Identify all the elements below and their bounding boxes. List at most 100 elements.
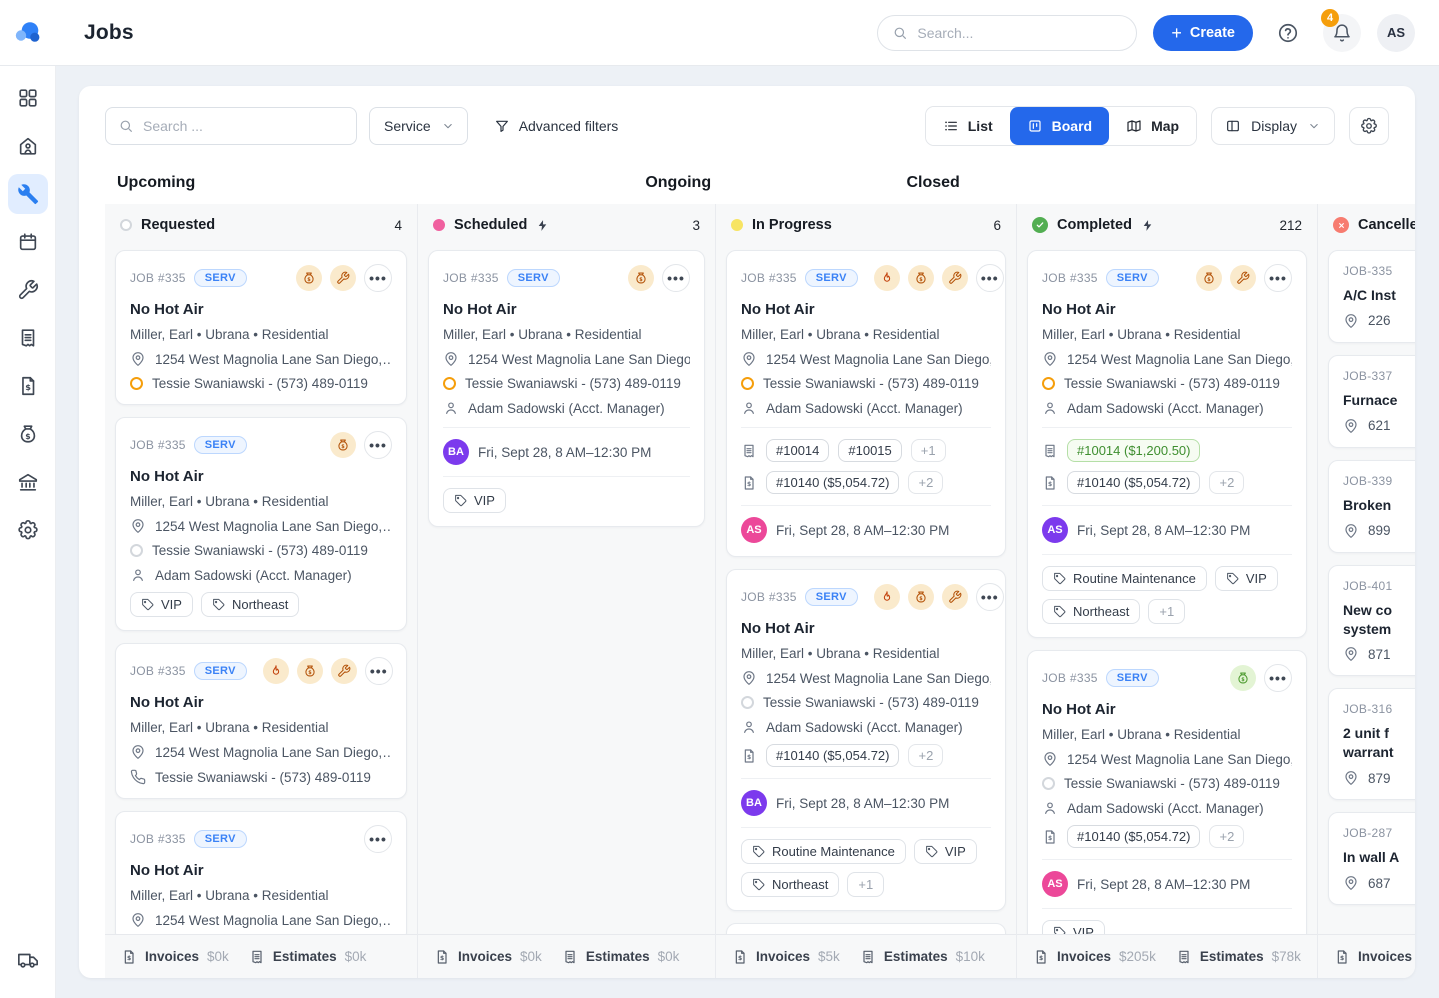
notifications-button[interactable]: 4 xyxy=(1323,14,1361,52)
sidebar-item-work-tools[interactable] xyxy=(8,270,48,310)
status-dot-scheduled xyxy=(433,219,445,231)
tag-chip[interactable]: VIP xyxy=(1215,566,1278,591)
contact-status-icon xyxy=(741,377,754,390)
column-requested: Requested 4 JOB #335 SERV ••• No Ho xyxy=(105,204,418,978)
job-number: JOB #335 xyxy=(130,438,186,452)
tag-chip[interactable]: Northeast xyxy=(1042,599,1140,624)
card-menu-button[interactable]: ••• xyxy=(976,264,1004,292)
view-board-button[interactable]: Board xyxy=(1010,107,1109,145)
job-card[interactable]: JOB-401 New cosystem 871 xyxy=(1328,565,1415,677)
jobs-search[interactable] xyxy=(105,107,357,145)
view-list-button[interactable]: List xyxy=(926,107,1010,145)
tag-chip[interactable]: VIP xyxy=(1042,920,1105,934)
invoice-chip[interactable]: #10140 ($5,054.72) xyxy=(766,471,899,494)
job-card[interactable]: JOB #335 SERV ••• No Hot Air Miller, Ear… xyxy=(115,811,407,934)
display-options-button[interactable]: Display xyxy=(1211,107,1335,145)
job-manager-row: Adam Sadowski (Acct. Manager) xyxy=(741,719,991,735)
job-card[interactable]: JOB #335 SERV ••• No Hot Air Miller, Ear… xyxy=(115,250,407,405)
tag-chip[interactable]: VIP xyxy=(443,488,506,513)
sidebar-item-banking[interactable] xyxy=(8,462,48,502)
receipt-icon xyxy=(860,949,876,965)
sidebar-item-payments[interactable] xyxy=(8,414,48,454)
sidebar-item-jobs[interactable] xyxy=(8,174,48,214)
global-search-input[interactable] xyxy=(917,25,1122,41)
job-card[interactable]: JOB #335 SERV ••• No Hot Air Miller, Ear… xyxy=(428,250,705,527)
money-bag-icon xyxy=(908,265,934,291)
job-client: Miller, Earl • Ubrana • Residential xyxy=(741,646,991,661)
document-dollar-icon xyxy=(434,949,450,965)
job-card[interactable]: JOB-335 A/C Inst 226 xyxy=(1328,250,1415,343)
tag-chip[interactable]: VIP xyxy=(914,839,977,864)
fire-icon xyxy=(874,584,900,610)
more-invoices-chip[interactable]: +2 xyxy=(1209,825,1244,848)
more-estimates-chip[interactable]: +1 xyxy=(911,439,946,462)
person-icon xyxy=(741,719,757,735)
estimate-chip[interactable]: #10014 xyxy=(766,439,829,462)
create-button[interactable]: + Create xyxy=(1153,15,1253,51)
card-menu-button[interactable]: ••• xyxy=(662,264,690,292)
job-card[interactable]: JOB #335 SERV ••• No Hot Air Miller, Ear… xyxy=(1027,650,1307,934)
service-filter-dropdown[interactable]: Service xyxy=(369,107,468,145)
job-card[interactable]: JOB #335 SERV ••• No Hot Air Miller, Ear… xyxy=(1027,250,1307,638)
sidebar-item-receipts[interactable] xyxy=(8,318,48,358)
estimate-chip-approved[interactable]: #10014 ($1,200.50) xyxy=(1067,439,1200,462)
more-invoices-chip[interactable]: +2 xyxy=(908,471,943,494)
help-button[interactable] xyxy=(1269,14,1307,52)
card-menu-button[interactable]: ••• xyxy=(1264,664,1292,692)
tag-chip[interactable]: VIP xyxy=(130,592,193,617)
card-menu-button[interactable]: ••• xyxy=(364,264,392,292)
sidebar-item-fleet[interactable] xyxy=(8,940,48,980)
job-card[interactable]: JOB-339 Broken 899 xyxy=(1328,460,1415,553)
invoice-chip[interactable]: #10140 ($5,054.72) xyxy=(766,744,899,767)
job-card[interactable]: JOB #335 SERV ••• No Hot Air xyxy=(726,923,1006,934)
job-address-row: 1254 West Magnolia Lane San Diego,… xyxy=(741,670,991,686)
sidebar-item-dashboard[interactable] xyxy=(8,78,48,118)
job-card[interactable]: JOB #335 SERV ••• No Hot Air Miller, Ear… xyxy=(115,643,407,799)
column-header: Scheduled 3 xyxy=(418,204,715,246)
jobs-search-input[interactable] xyxy=(143,118,344,134)
receipt-icon xyxy=(562,949,578,965)
map-pin-icon xyxy=(1343,646,1359,662)
card-menu-button[interactable]: ••• xyxy=(365,657,393,685)
job-card[interactable]: JOB #335 SERV ••• No Hot Air Miller, Ear… xyxy=(726,250,1006,557)
sidebar-item-settings[interactable] xyxy=(8,510,48,550)
estimate-chip[interactable]: #10015 xyxy=(838,439,901,462)
document-dollar-icon xyxy=(732,949,748,965)
more-tags-chip[interactable]: +1 xyxy=(847,872,884,897)
job-card[interactable]: JOB-316 2 unit fwarrant 879 xyxy=(1328,688,1415,800)
more-invoices-chip[interactable]: +2 xyxy=(908,744,943,767)
tag-icon xyxy=(1053,605,1066,618)
sidebar-item-estimates[interactable] xyxy=(8,366,48,406)
job-card[interactable]: JOB #335 SERV ••• No Hot Air Miller, Ear… xyxy=(115,417,407,631)
tag-chip[interactable]: Routine Maintenance xyxy=(1042,566,1207,591)
advanced-filters-button[interactable]: Advanced filters xyxy=(494,118,619,134)
card-menu-button[interactable]: ••• xyxy=(976,583,1004,611)
user-avatar[interactable]: AS xyxy=(1377,14,1415,52)
receipt-icon xyxy=(1176,949,1192,965)
document-dollar-icon xyxy=(17,375,39,397)
invoice-chip[interactable]: #10140 ($5,054.72) xyxy=(1067,825,1200,848)
tag-chip[interactable]: Northeast xyxy=(201,592,299,617)
sidebar-item-customers[interactable] xyxy=(8,126,48,166)
global-search[interactable] xyxy=(877,15,1137,51)
card-menu-button[interactable]: ••• xyxy=(364,431,392,459)
column-count: 6 xyxy=(993,218,1001,233)
sidebar-item-calendar[interactable] xyxy=(8,222,48,262)
app-logo[interactable] xyxy=(0,18,56,48)
receipt-icon xyxy=(17,327,39,349)
tag-chip[interactable]: Northeast xyxy=(741,872,839,897)
job-card[interactable]: JOB-287 In wall A 687 xyxy=(1328,812,1415,905)
job-manager-row: Adam Sadowski (Acct. Manager) xyxy=(443,400,690,416)
more-invoices-chip[interactable]: +2 xyxy=(1209,471,1244,494)
job-card[interactable]: JOB #335 SERV ••• No Hot Air Miller, Ear… xyxy=(726,569,1006,911)
job-card[interactable]: JOB-337 Furnace 621 xyxy=(1328,355,1415,448)
view-map-button[interactable]: Map xyxy=(1109,107,1196,145)
card-menu-button[interactable]: ••• xyxy=(364,825,392,853)
card-menu-button[interactable]: ••• xyxy=(1264,264,1292,292)
invoice-chip[interactable]: #10140 ($5,054.72) xyxy=(1067,471,1200,494)
more-tags-chip[interactable]: +1 xyxy=(1148,599,1185,624)
column-header: Requested 4 xyxy=(105,204,417,246)
board-settings-button[interactable] xyxy=(1349,107,1389,145)
tag-chip[interactable]: Routine Maintenance xyxy=(741,839,906,864)
search-icon xyxy=(892,24,908,42)
